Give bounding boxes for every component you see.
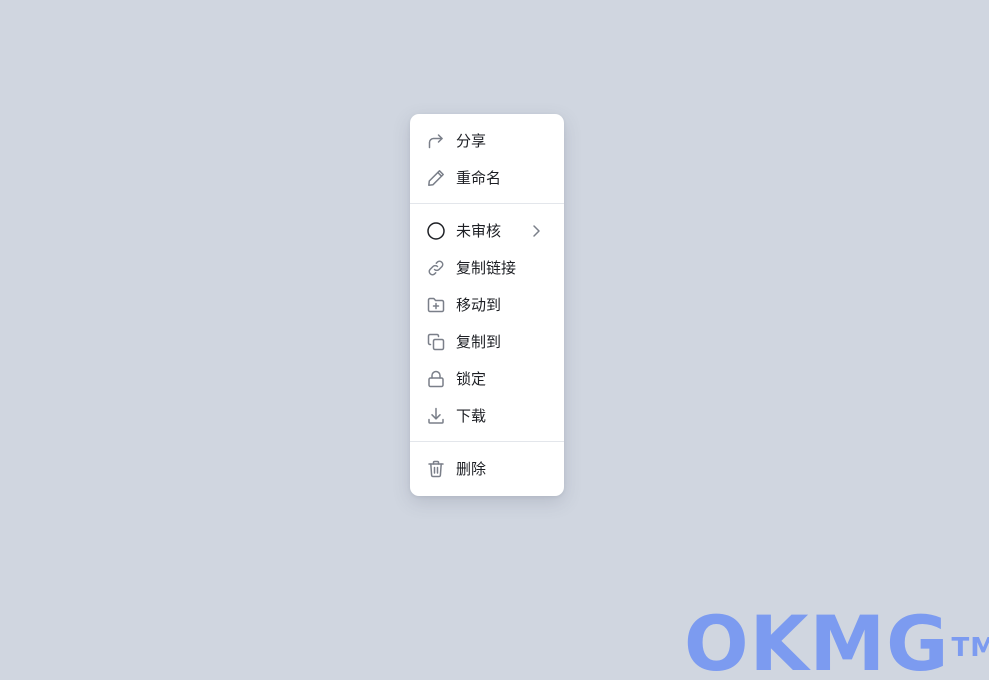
context-menu: 分享 重命名 未审核 复制链接 移动到 复制到 锁定 下载 删除 (410, 114, 564, 496)
menu-item-share[interactable]: 分享 (410, 122, 564, 159)
link-icon (426, 258, 446, 278)
chevron-right-icon (528, 223, 544, 239)
menu-item-label: 复制到 (456, 332, 502, 351)
menu-item-lock[interactable]: 锁定 (410, 360, 564, 397)
pencil-icon (426, 168, 446, 188)
menu-item-label: 分享 (456, 131, 487, 150)
download-icon (426, 406, 446, 426)
menu-item-label: 锁定 (456, 369, 487, 388)
menu-item-review-status[interactable]: 未审核 (410, 212, 564, 249)
copy-icon (426, 332, 446, 352)
menu-divider (410, 203, 564, 204)
menu-item-label: 复制链接 (456, 258, 517, 277)
trash-icon (426, 459, 446, 479)
menu-divider (410, 441, 564, 442)
circle-status-icon (426, 221, 446, 241)
okmg-watermark-logo: OKMGTM (684, 606, 989, 680)
menu-item-delete[interactable]: 删除 (410, 450, 564, 487)
menu-item-copy-to[interactable]: 复制到 (410, 323, 564, 360)
menu-item-label: 移动到 (456, 295, 502, 314)
folder-plus-icon (426, 295, 446, 315)
menu-item-move-to[interactable]: 移动到 (410, 286, 564, 323)
trademark-mark: TM (951, 633, 989, 663)
menu-item-label: 未审核 (456, 221, 502, 240)
menu-item-download[interactable]: 下载 (410, 397, 564, 434)
menu-item-copy-link[interactable]: 复制链接 (410, 249, 564, 286)
menu-item-label: 删除 (456, 459, 487, 478)
menu-item-label: 重命名 (456, 168, 502, 187)
menu-item-label: 下载 (456, 406, 487, 425)
watermark-text: OKMG (684, 599, 950, 680)
menu-item-rename[interactable]: 重命名 (410, 159, 564, 196)
lock-icon (426, 369, 446, 389)
share-forward-icon (426, 131, 446, 151)
